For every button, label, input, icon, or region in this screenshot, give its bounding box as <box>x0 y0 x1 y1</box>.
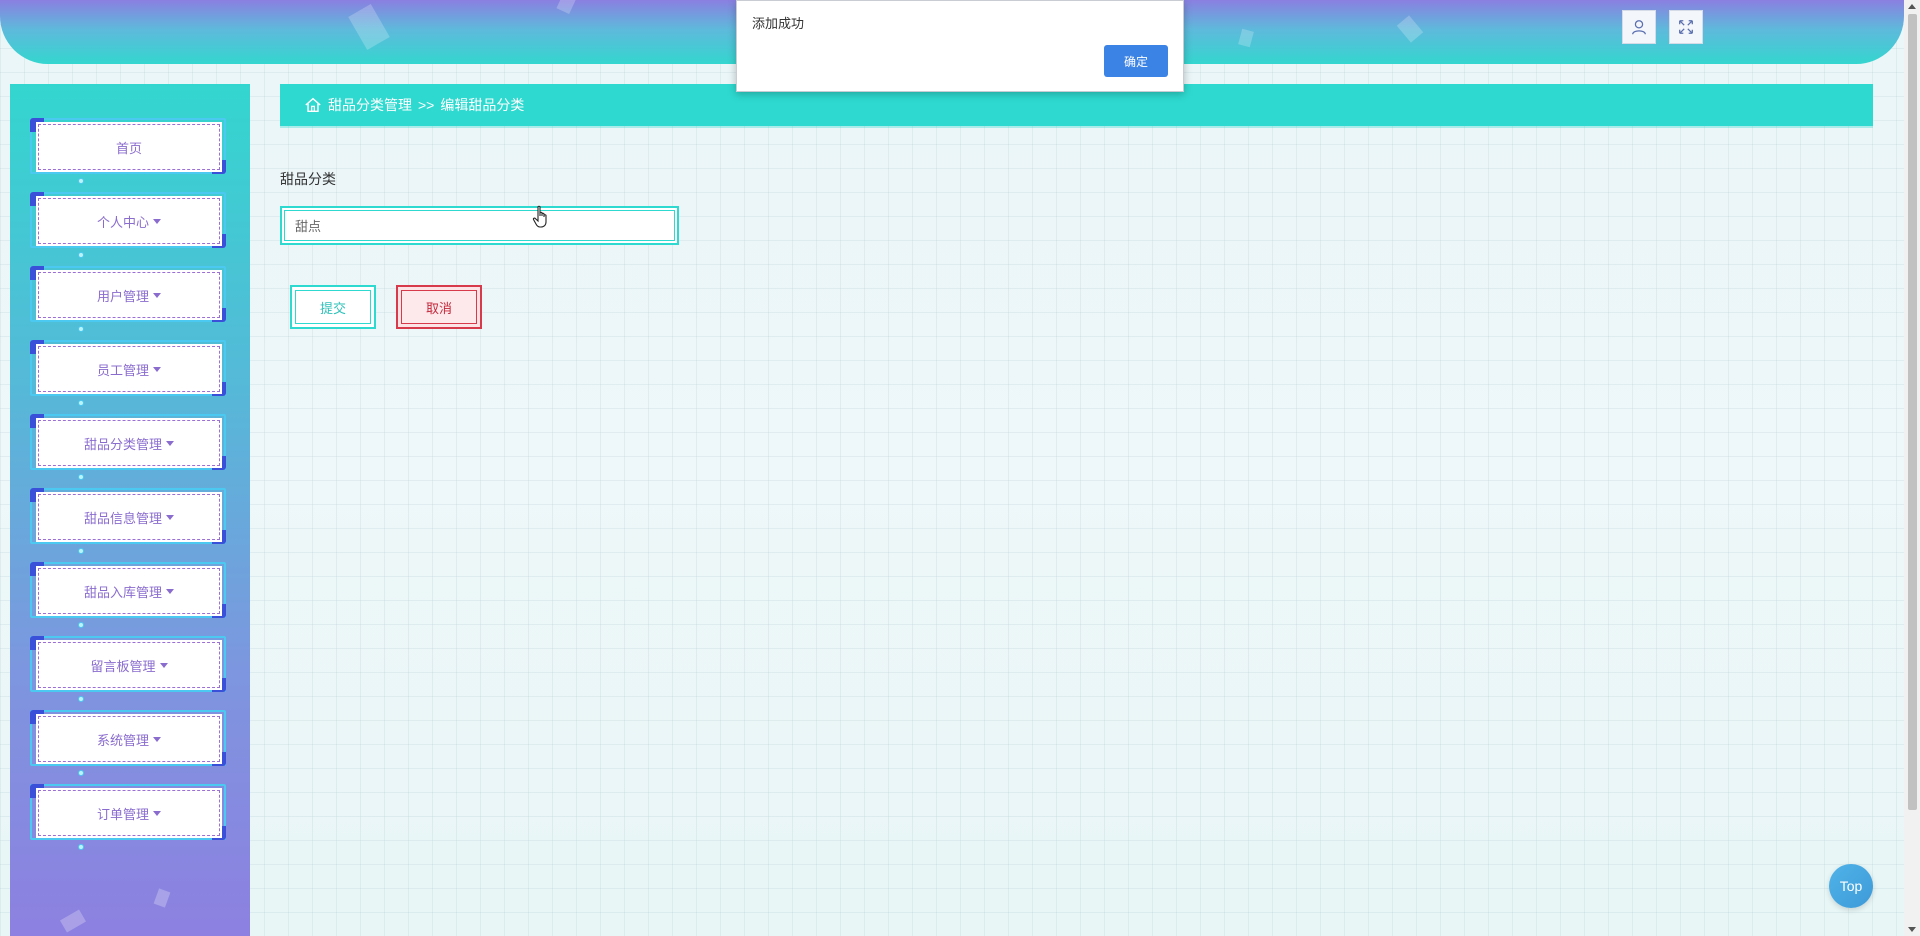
breadcrumb-parent[interactable]: 甜品分类管理 <box>328 95 412 115</box>
sidebar-item-label: 用户管理 <box>96 288 149 304</box>
alert-dialog: 添加成功 确定 <box>736 0 1184 92</box>
caret-down-icon <box>153 366 161 372</box>
sidebar: 首页 个人中心 用户管理 员工管理 甜品分类管理 甜品信息管理 甜品入库管理 留… <box>10 84 250 936</box>
breadcrumb-current: 编辑甜品分类 <box>440 97 525 113</box>
caret-down-icon <box>153 736 161 742</box>
sidebar-item-dessert-info[interactable]: 甜品信息管理 <box>30 488 230 554</box>
page-background <box>0 0 1920 936</box>
sidebar-item-label: 个人中心 <box>96 214 149 230</box>
submit-button[interactable]: 提交 <box>290 285 376 329</box>
sidebar-item-dessert-category[interactable]: 甜品分类管理 <box>30 414 230 480</box>
scrollbar-thumb[interactable] <box>1908 14 1917 810</box>
page-scrollbar[interactable] <box>1904 0 1920 936</box>
submit-button-label: 提交 <box>295 290 371 324</box>
cancel-button[interactable]: 取消 <box>396 285 482 329</box>
decor-shard <box>153 888 171 908</box>
caret-down-icon <box>153 218 161 224</box>
sidebar-item-label: 留言板管理 <box>90 658 156 674</box>
sidebar-item-label: 甜品信息管理 <box>83 510 162 526</box>
alert-ok-button[interactable]: 确定 <box>1104 45 1168 77</box>
sidebar-item-label: 首页 <box>115 140 142 156</box>
category-input[interactable] <box>284 210 675 241</box>
sidebar-item-dessert-stock-in[interactable]: 甜品入库管理 <box>30 562 230 628</box>
caret-down-icon <box>166 440 174 446</box>
hand-cursor-icon <box>532 205 547 228</box>
category-field-wrapper <box>280 206 679 245</box>
sidebar-item-label: 订单管理 <box>96 806 149 822</box>
user-icon <box>1632 20 1646 35</box>
sidebar-item-home[interactable]: 首页 <box>30 118 230 184</box>
caret-down-icon <box>159 662 168 668</box>
sidebar-item-message-board[interactable]: 留言板管理 <box>30 636 230 702</box>
menu-label-box: 首页 <box>36 122 222 172</box>
sidebar-item-label: 员工管理 <box>96 362 149 378</box>
sidebar-item-user-management[interactable]: 用户管理 <box>30 266 230 332</box>
back-to-top-button[interactable]: Top <box>1829 864 1873 908</box>
cancel-button-label: 取消 <box>401 290 477 324</box>
user-button[interactable] <box>1622 10 1656 44</box>
sidebar-item-personal-center[interactable]: 个人中心 <box>30 192 230 258</box>
fullscreen-button[interactable] <box>1669 10 1703 44</box>
decor-shard <box>59 909 87 933</box>
decor-shard <box>1238 28 1254 48</box>
sidebar-item-staff-management[interactable]: 员工管理 <box>30 340 230 406</box>
caret-down-icon <box>166 588 174 594</box>
home-icon[interactable] <box>304 96 322 114</box>
alert-message: 添加成功 <box>752 16 805 31</box>
breadcrumb-separator: >> <box>418 97 435 113</box>
sidebar-item-system-management[interactable]: 系统管理 <box>30 710 230 776</box>
sidebar-item-label: 甜品入库管理 <box>83 584 162 600</box>
caret-down-icon <box>153 292 161 298</box>
category-field-label: 甜品分类 <box>280 171 336 187</box>
decor-shard <box>556 0 578 15</box>
fullscreen-icon <box>1679 20 1693 34</box>
sidebar-item-label: 系统管理 <box>96 732 149 748</box>
decor-shard <box>1396 15 1424 43</box>
caret-down-icon <box>166 514 174 520</box>
sidebar-item-order-management[interactable]: 订单管理 <box>30 784 230 850</box>
scroll-up-arrow-icon[interactable] <box>1908 4 1916 9</box>
decor-shard <box>348 4 390 50</box>
sidebar-item-label: 甜品分类管理 <box>83 436 162 452</box>
caret-down-icon <box>153 810 161 816</box>
scroll-down-arrow-icon[interactable] <box>1908 927 1916 932</box>
